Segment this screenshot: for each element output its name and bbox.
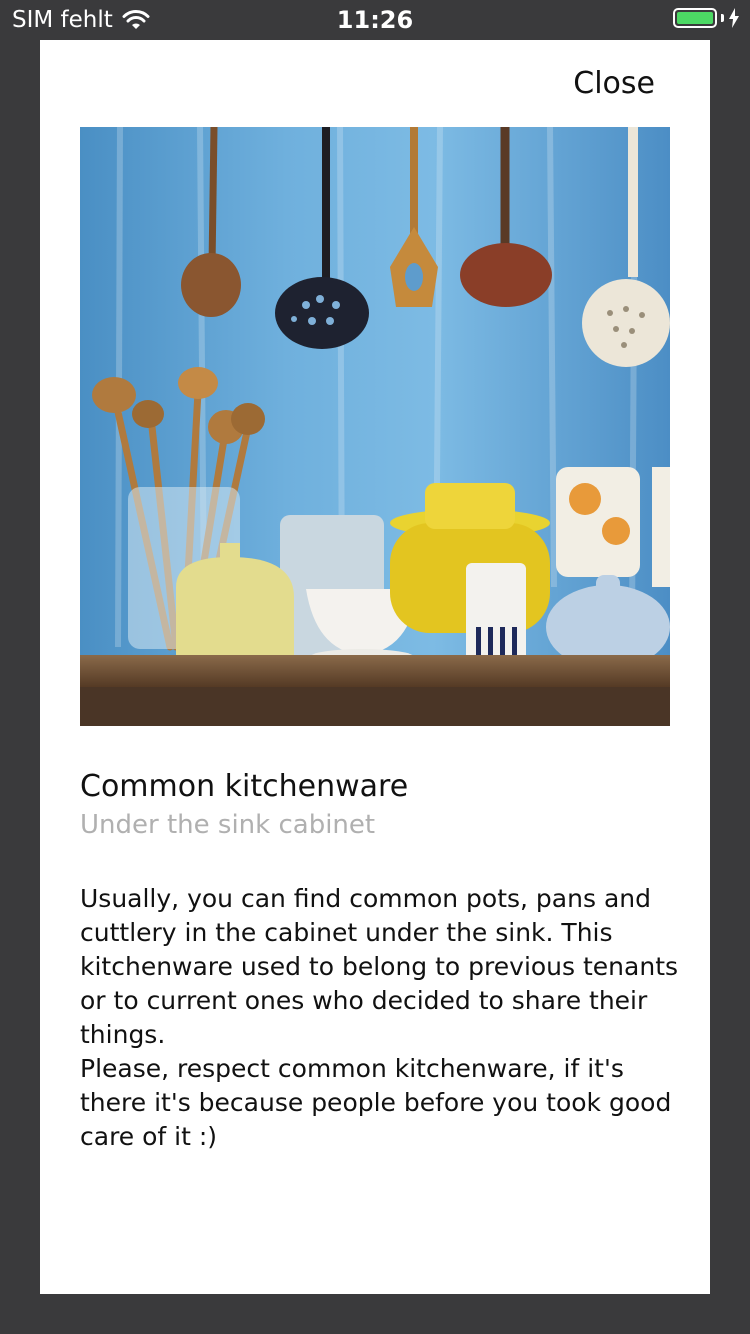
detail-modal: Close Common kitchenware Under the sink …: [40, 40, 710, 1294]
item-location: Under the sink cabinet: [80, 810, 376, 840]
description-paragraph: Please, respect common kitchenware, if i…: [80, 1054, 672, 1151]
status-bar: SIM fehlt 11:26: [0, 0, 750, 40]
close-button[interactable]: Close: [573, 66, 655, 102]
battery-icon: [673, 8, 717, 28]
kitchenware-photo: [80, 127, 670, 726]
charging-bolt-icon: [729, 8, 739, 28]
description-paragraph: Usually, you can find common pots, pans …: [80, 884, 679, 1049]
battery-level: [677, 12, 713, 24]
battery-tip: [721, 14, 724, 22]
item-title: Common kitchenware: [80, 769, 409, 804]
battery-indicator: [673, 8, 740, 28]
status-time: 11:26: [336, 6, 414, 34]
item-description: Usually, you can find common pots, pans …: [80, 882, 680, 1154]
